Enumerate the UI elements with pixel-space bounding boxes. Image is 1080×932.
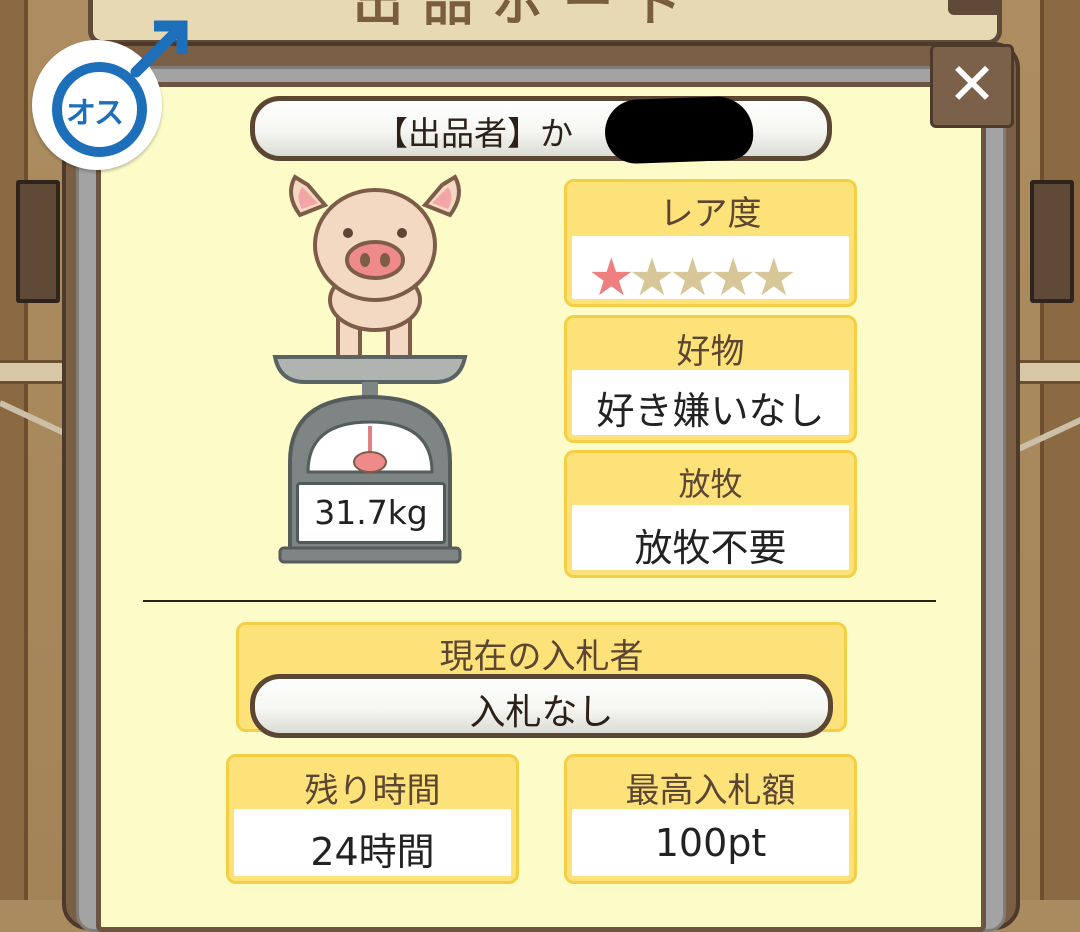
- close-button[interactable]: ✕: [930, 44, 1014, 128]
- background-post-right: [1040, 0, 1080, 900]
- grazing-card: 放牧 放牧不要: [564, 450, 857, 578]
- star-icon-empty: ★: [628, 248, 676, 307]
- star-icon-empty: ★: [709, 248, 757, 307]
- close-icon: ✕: [947, 50, 997, 118]
- favorite-body: 好き嫌いなし: [572, 370, 849, 435]
- favorite-value: 好き嫌いなし: [596, 389, 825, 433]
- redacted-seller-name: [603, 95, 755, 165]
- max-bid-value: 100pt: [654, 821, 767, 865]
- grazing-label: 放牧: [678, 465, 743, 503]
- rarity-label: レア度: [659, 194, 762, 234]
- max-bid-body: 100pt: [572, 809, 849, 876]
- grazing-value: 放牧不要: [634, 526, 787, 570]
- pig-character: [289, 174, 461, 362]
- gender-badge: オス: [32, 10, 188, 170]
- sign-side-button[interactable]: [948, 0, 997, 15]
- remaining-time-body: 24時間: [234, 809, 511, 876]
- star-icon-empty: ★: [750, 248, 798, 307]
- star-icon-empty: ★: [669, 248, 716, 307]
- male-arrow-icon: [130, 20, 188, 78]
- grazing-body: 放牧不要: [572, 505, 849, 570]
- background-beam-right: [1010, 360, 1080, 384]
- current-bidder-label: 現在の入札者: [439, 637, 644, 677]
- max-bid-card: 最高入札額 100pt: [564, 754, 857, 884]
- background-beam-left: [0, 360, 70, 384]
- remaining-time-card: 残り時間 24時間: [226, 754, 519, 884]
- seller-label: 【出品者】か: [375, 114, 573, 153]
- section-divider: [143, 600, 936, 602]
- star-icon-filled: ★: [588, 248, 635, 307]
- title-sign-text: 出品ボード: [353, 0, 703, 32]
- title-signboard: 出品ボード: [88, 0, 1002, 45]
- weight-value: 31.7kg: [314, 493, 428, 532]
- gender-label: オス: [66, 96, 124, 131]
- weight-display: 31.7kg: [296, 482, 446, 544]
- rarity-body: ★★★★★: [572, 236, 849, 304]
- remaining-time-value: 24時間: [310, 830, 435, 874]
- current-bidder-field: 入札なし: [250, 674, 833, 738]
- background-shelf-right: [1030, 180, 1074, 303]
- rarity-card: レア度 ★★★★★: [564, 179, 857, 307]
- background-post-left: [0, 0, 28, 900]
- background-shelf-left: [16, 180, 60, 303]
- favorite-label: 好物: [676, 332, 745, 372]
- max-bid-label: 最高入札額: [625, 771, 796, 811]
- rarity-stars: ★★★★★: [588, 248, 797, 307]
- favorite-card: 好物 好き嫌いなし: [564, 315, 857, 443]
- current-bidder-value: 入札なし: [469, 692, 614, 733]
- remaining-time-label: 残り時間: [304, 771, 441, 811]
